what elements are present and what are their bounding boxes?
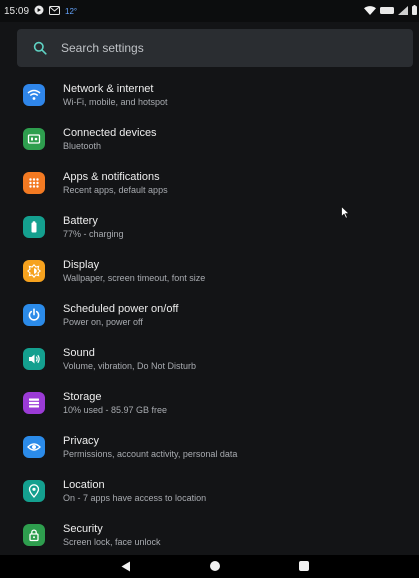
setting-subtitle: Wi-Fi, mobile, and hotspot	[63, 97, 168, 107]
setting-item-battery[interactable]: Battery 77% - charging	[0, 215, 419, 260]
status-time: 15:09	[4, 6, 30, 17]
setting-item-sound[interactable]: Sound Volume, vibration, Do Not Disturb	[0, 347, 419, 392]
cellular-signal-icon	[398, 5, 408, 18]
setting-title: Battery	[63, 215, 98, 227]
home-icon[interactable]	[210, 561, 220, 571]
setting-subtitle: Screen lock, face unlock	[63, 537, 161, 547]
status-right	[364, 5, 417, 18]
battery-status-icon	[412, 5, 417, 18]
mail-icon	[49, 5, 61, 18]
location-pin-icon	[23, 480, 45, 502]
mouse-cursor-icon	[341, 206, 350, 219]
search-icon	[33, 41, 47, 55]
data-speed-icon	[380, 6, 394, 17]
setting-item-storage[interactable]: Storage 10% used - 85.97 GB free	[0, 391, 419, 436]
setting-subtitle: Wallpaper, screen timeout, font size	[63, 273, 206, 283]
status-left: 15:09 12°	[4, 5, 77, 18]
power-icon	[23, 304, 45, 326]
connected-devices-icon	[23, 128, 45, 150]
setting-item-apps[interactable]: Apps & notifications Recent apps, defaul…	[0, 171, 419, 216]
settings-screen: 15:09 12° Search settings Network & inte…	[0, 0, 419, 578]
setting-subtitle: Permissions, account activity, personal …	[63, 449, 238, 459]
setting-subtitle: 10% used - 85.97 GB free	[63, 405, 168, 415]
status-temperature: 12°	[65, 7, 78, 16]
lock-icon	[23, 524, 45, 546]
navigation-bar	[0, 555, 419, 578]
battery-icon	[23, 216, 45, 238]
setting-subtitle: Bluetooth	[63, 141, 102, 151]
setting-item-location[interactable]: Location On - 7 apps have access to loca…	[0, 479, 419, 524]
setting-title: Storage	[63, 391, 102, 403]
wifi-icon	[23, 84, 45, 106]
setting-item-network[interactable]: Network & internet Wi-Fi, mobile, and ho…	[0, 83, 419, 128]
setting-title: Sound	[63, 347, 95, 359]
setting-item-connected-devices[interactable]: Connected devices Bluetooth	[0, 127, 419, 172]
storage-icon	[23, 392, 45, 414]
setting-title: Privacy	[63, 435, 100, 447]
setting-item-privacy[interactable]: Privacy Permissions, account activity, p…	[0, 435, 419, 480]
setting-title: Security	[63, 523, 103, 535]
search-placeholder: Search settings	[61, 41, 144, 55]
search-bar[interactable]: Search settings	[17, 29, 413, 67]
apps-grid-icon	[23, 172, 45, 194]
setting-title: Scheduled power on/off	[63, 303, 179, 315]
setting-subtitle: Power on, power off	[63, 317, 143, 327]
setting-subtitle: On - 7 apps have access to location	[63, 493, 207, 503]
notification-app-icon	[34, 5, 44, 18]
display-brightness-icon	[23, 260, 45, 282]
sound-icon	[23, 348, 45, 370]
status-bar: 15:09 12°	[0, 0, 419, 22]
setting-title: Connected devices	[63, 127, 157, 139]
setting-title: Display	[63, 259, 100, 271]
setting-title: Apps & notifications	[63, 171, 160, 183]
setting-subtitle: 77% - charging	[63, 229, 124, 239]
setting-subtitle: Volume, vibration, Do Not Disturb	[63, 361, 197, 371]
setting-subtitle: Recent apps, default apps	[63, 185, 168, 195]
setting-item-display[interactable]: Display Wallpaper, screen timeout, font …	[0, 259, 419, 304]
setting-title: Location	[63, 479, 105, 491]
setting-item-scheduled-power[interactable]: Scheduled power on/off Power on, power o…	[0, 303, 419, 348]
setting-title: Network & internet	[63, 83, 154, 95]
wifi-signal-icon	[364, 5, 376, 18]
recent-apps-icon[interactable]	[299, 561, 309, 571]
back-icon[interactable]	[121, 561, 131, 572]
privacy-eye-icon	[23, 436, 45, 458]
